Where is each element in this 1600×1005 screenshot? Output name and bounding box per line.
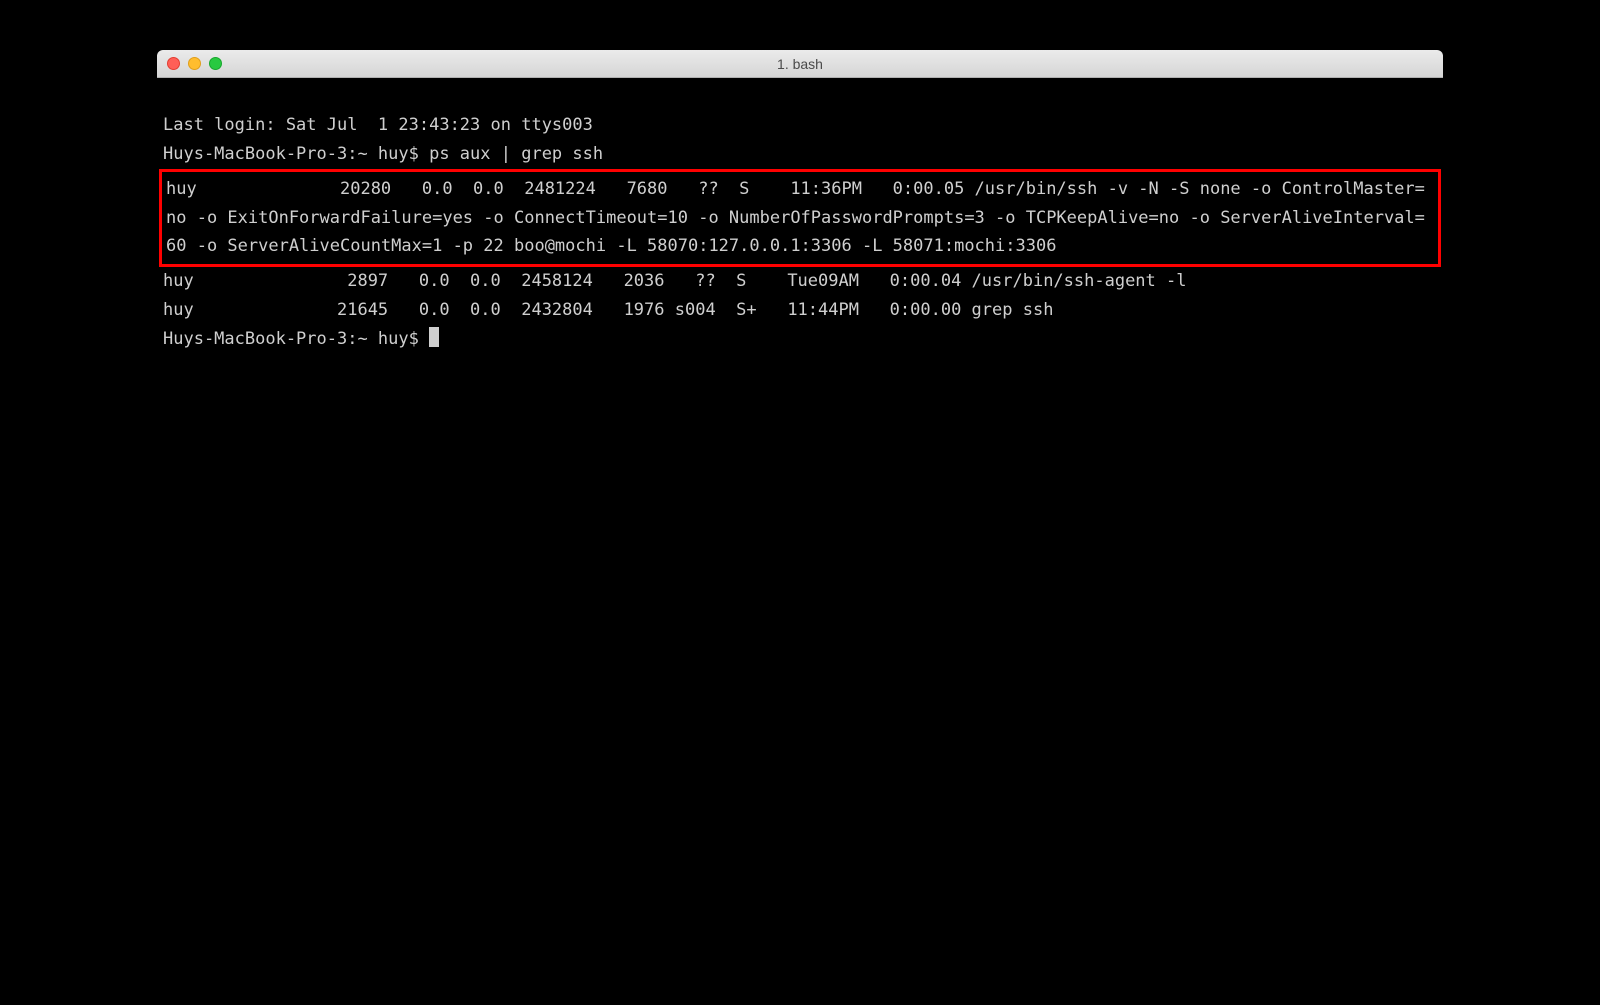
terminal-body[interactable]: Last login: Sat Jul 1 23:43:23 on ttys00… (157, 78, 1443, 878)
terminal-window: 1. bash Last login: Sat Jul 1 23:43:23 o… (157, 50, 1443, 878)
window-title: 1. bash (777, 56, 823, 72)
maximize-icon[interactable] (209, 57, 222, 70)
highlighted-process: huy 20280 0.0 0.0 2481224 7680 ?? S 11:3… (159, 169, 1441, 268)
close-icon[interactable] (167, 57, 180, 70)
command-prompt: Huys-MacBook-Pro-3:~ huy$ ps aux | grep … (163, 140, 1437, 169)
process-row-ssh: huy 20280 0.0 0.0 2481224 7680 ?? S 11:3… (166, 179, 1425, 257)
prompt-text: Huys-MacBook-Pro-3:~ huy$ (163, 329, 429, 349)
minimize-icon[interactable] (188, 57, 201, 70)
active-prompt: Huys-MacBook-Pro-3:~ huy$ (163, 325, 1437, 354)
login-message: Last login: Sat Jul 1 23:43:23 on ttys00… (163, 111, 1437, 140)
cursor-icon (429, 327, 439, 347)
process-row-grep: huy 21645 0.0 0.0 2432804 1976 s004 S+ 1… (163, 296, 1437, 325)
title-bar[interactable]: 1. bash (157, 50, 1443, 78)
traffic-lights (167, 57, 222, 70)
process-row-ssh-agent: huy 2897 0.0 0.0 2458124 2036 ?? S Tue09… (163, 267, 1437, 296)
